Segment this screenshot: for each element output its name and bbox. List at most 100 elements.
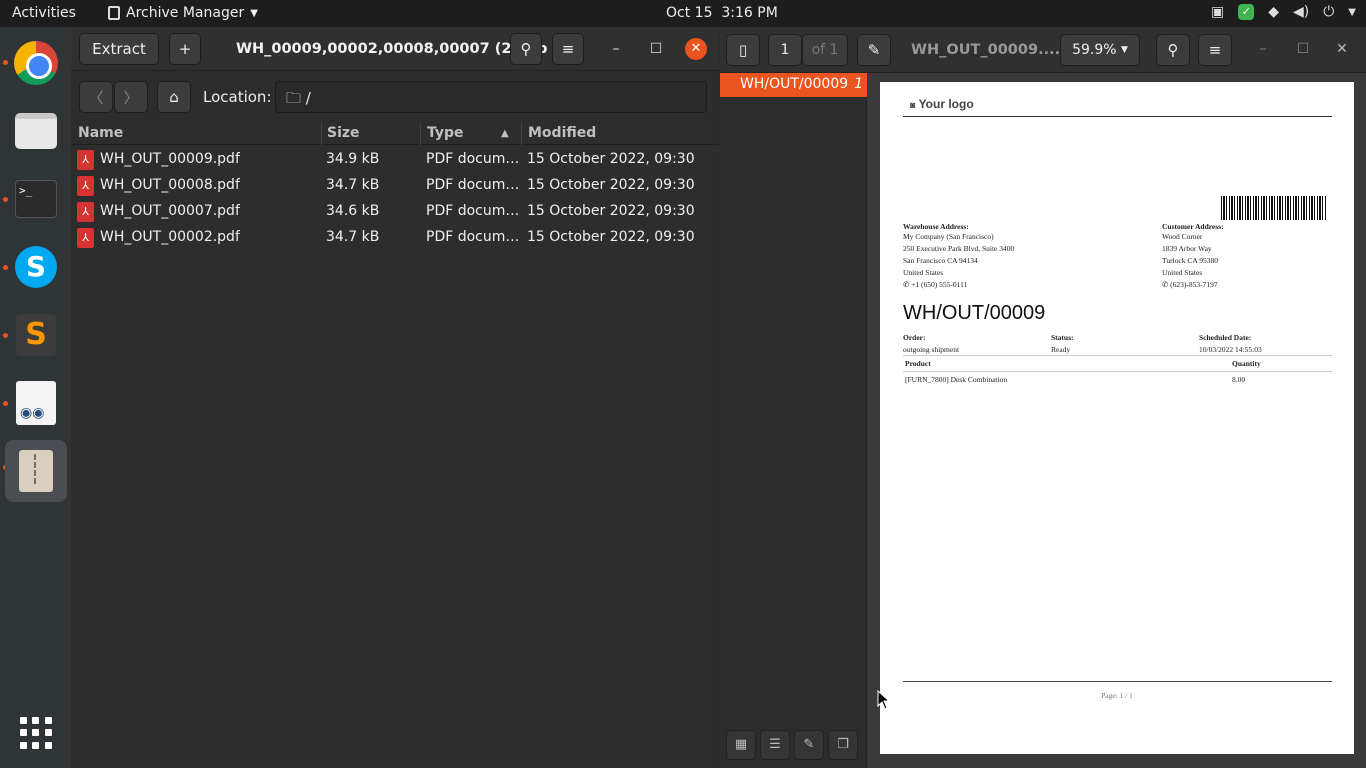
thumbnails-icon[interactable]: ▦: [726, 730, 756, 760]
file-modified: 15 October 2022, 09:30: [527, 229, 695, 245]
search-icon: ⚲: [520, 40, 532, 58]
table-row[interactable]: ⅄ WH_OUT_00008.pdf 34.7 kB PDF docum… 15…: [71, 173, 719, 199]
dock-terminal[interactable]: >_: [8, 171, 64, 227]
dock-document-viewer[interactable]: [8, 375, 64, 431]
pdf-icon: ⅄: [77, 176, 94, 196]
zoom-select[interactable]: 59.9% ▼: [1060, 34, 1140, 66]
power-icon: ⏻: [1323, 4, 1335, 20]
app-menu[interactable]: Archive Manager ▼: [108, 5, 258, 21]
top-bar: Activities Archive Manager ▼ Oct 15 3:16…: [0, 0, 1366, 27]
dock-skype[interactable]: S: [8, 239, 64, 295]
phone-number: +1 (650) 555-0111: [911, 280, 968, 289]
address-line: 250 Executive Park Blvd, Suite 3400: [903, 244, 1015, 253]
forward-button[interactable]: 〉: [114, 81, 148, 113]
column-modified[interactable]: Modified: [528, 125, 596, 141]
annotations-icon[interactable]: ✎: [794, 730, 824, 760]
address-line: United States: [1162, 268, 1203, 277]
page-number-input[interactable]: 1: [768, 34, 802, 66]
activities-button[interactable]: Activities: [12, 5, 76, 21]
pdf-icon: ⅄: [77, 150, 94, 170]
sidebar-toggle-button[interactable]: ▯: [726, 34, 760, 66]
add-button[interactable]: +: [169, 33, 201, 65]
home-icon: ⌂: [169, 88, 179, 106]
table-row[interactable]: ⅄ WH_OUT_00007.pdf 34.6 kB PDF docum… 15…: [71, 199, 719, 225]
dock-files[interactable]: [8, 103, 64, 159]
column-type[interactable]: Type: [427, 125, 464, 141]
clock[interactable]: Oct 15 3:16 PM: [666, 5, 778, 21]
table-row[interactable]: ⅄ WH_OUT_00002.pdf 34.7 kB PDF docum… 15…: [71, 225, 719, 251]
address-line: United States: [903, 268, 944, 277]
location-bar: 〈 〉 ⌂ Location: 🗀 /: [79, 80, 711, 114]
dock-archive-manager[interactable]: [5, 440, 67, 502]
order-label: Order:: [903, 333, 926, 342]
menu-button[interactable]: ≡: [552, 33, 584, 65]
maximize-button[interactable]: ☐: [646, 39, 666, 59]
outline-item-label: WH/OUT/00009: [740, 76, 849, 92]
location-value: /: [305, 89, 311, 107]
phone-icon: ✆: [1162, 280, 1169, 289]
search-button[interactable]: ⚲: [510, 33, 542, 65]
back-button[interactable]: 〈: [79, 81, 113, 113]
product-line: [FURN_7800] Desk Combination: [905, 375, 1008, 384]
document-reference: WH/OUT/00009: [903, 302, 1046, 324]
bookmarks-icon[interactable]: ❐: [828, 730, 858, 760]
file-type: PDF docum…: [426, 177, 518, 193]
home-button[interactable]: ⌂: [157, 81, 191, 113]
skype-icon: S: [15, 246, 57, 288]
warehouse-address: Warehouse Address: My Company (San Franc…: [903, 222, 1063, 291]
terminal-icon: >_: [15, 180, 57, 218]
address-line: Wood Corner: [1162, 232, 1203, 241]
menu-button[interactable]: ≡: [1198, 34, 1232, 66]
window-title: WH_00009,00002,00008,00007 (2).zip: [236, 41, 548, 57]
outline-icon[interactable]: ☰: [760, 730, 790, 760]
table-row[interactable]: ⅄ WH_OUT_00009.pdf 34.9 kB PDF docum… 15…: [71, 147, 719, 173]
file-type: PDF docum…: [426, 203, 518, 219]
folder-icon: 🗀: [286, 89, 302, 107]
close-button[interactable]: ✕: [1332, 39, 1352, 59]
column-size[interactable]: Size: [327, 125, 360, 141]
minimize-button[interactable]: –: [606, 39, 626, 59]
file-name: WH_OUT_00007.pdf: [100, 203, 240, 219]
mouse-cursor: [877, 690, 889, 710]
chrome-icon: [14, 41, 58, 85]
dock-sublime[interactable]: S: [8, 307, 64, 363]
sublime-icon: S: [16, 314, 56, 356]
column-name[interactable]: Name: [78, 125, 123, 141]
show-apps-icon[interactable]: [20, 717, 52, 749]
outline-sidebar: WH/OUT/00009 1 ▦ ☰ ✎ ❐: [720, 73, 867, 768]
shield-check-icon: ✓: [1238, 4, 1255, 20]
address-line: Turlock CA 95380: [1162, 256, 1218, 265]
page-footer: Page: 1 / 1: [1101, 691, 1133, 700]
close-button[interactable]: ✕: [685, 38, 707, 60]
chevron-left-icon: 〈: [88, 88, 104, 107]
annotate-button[interactable]: ✎: [857, 34, 891, 66]
pdf-icon: ⅄: [77, 228, 94, 248]
search-button[interactable]: ⚲: [1156, 34, 1190, 66]
file-modified: 15 October 2022, 09:30: [527, 177, 695, 193]
search-icon: ⚲: [1167, 41, 1179, 59]
header-bar: Extract + WH_00009,00002,00008,00007 (2)…: [71, 27, 719, 71]
file-size: 34.7 kB: [326, 229, 380, 245]
camera-icon: ◙: [910, 100, 916, 110]
quantity-header: Quantity: [1232, 359, 1261, 368]
location-input[interactable]: 🗀 /: [275, 81, 707, 113]
outline-item-page: 1: [854, 76, 863, 92]
viewer-title: WH_OUT_00009....: [911, 42, 1061, 58]
maximize-button[interactable]: ☐: [1293, 39, 1313, 59]
logo-text: Your logo: [918, 97, 974, 111]
clock-date: Oct 15: [666, 5, 713, 21]
system-tray[interactable]: ▣ ✓ ◆ ◀) ⏻ ▼: [1211, 4, 1356, 20]
customer-address: Customer Address: Wood Corner 1839 Arbor…: [1162, 222, 1302, 291]
clock-time: 3:16 PM: [721, 5, 778, 21]
minimize-button[interactable]: –: [1253, 39, 1273, 59]
logo: ◙ Your logo: [910, 97, 974, 111]
camera-icon: ▣: [1210, 4, 1225, 20]
file-list: ⅄ WH_OUT_00009.pdf 34.9 kB PDF docum… 15…: [71, 147, 719, 251]
file-size: 34.9 kB: [326, 151, 380, 167]
file-type: PDF docum…: [426, 151, 518, 167]
product-header: Product: [905, 359, 931, 368]
outline-item[interactable]: WH/OUT/00009 1: [720, 73, 867, 97]
pdf-icon: ⅄: [77, 202, 94, 222]
extract-button[interactable]: Extract: [79, 33, 159, 65]
dock-chrome[interactable]: [8, 35, 64, 91]
